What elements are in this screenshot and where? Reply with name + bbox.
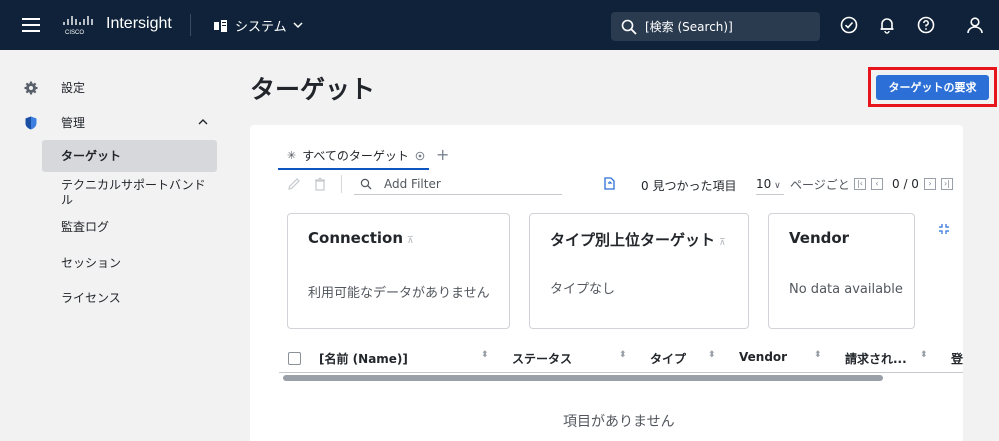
scrollbar-thumb[interactable] — [283, 375, 883, 381]
widget-top-targets-by-type: タイプ別上位ターゲット ⊼ タイプなし — [529, 213, 749, 329]
widget-title: タイプ別上位ターゲット ⊼ — [550, 231, 726, 249]
collapse-icon[interactable] — [937, 222, 951, 236]
widget-title: Connection ⊼ — [308, 229, 414, 247]
per-page-value: 10 — [756, 177, 772, 191]
sort-icon[interactable]: ⬍ — [619, 350, 627, 360]
column-header-registered[interactable]: 登 — [951, 350, 963, 367]
sidebar-item-label: 設定 — [61, 81, 86, 95]
items-found-text: 0 見つかった項目 — [641, 179, 737, 193]
add-tab-icon[interactable]: + — [436, 145, 449, 164]
table-header: [名前 (Name)] ⬍ ステータス ⬍ タイプ ⬍ Vendor ⬍ 請求さ… — [279, 345, 963, 370]
empty-state-text: 項目がありません — [563, 414, 675, 430]
next-page-icon[interactable]: › — [924, 178, 936, 190]
sidebar-item-tech-support-bundle[interactable]: テクニカルサポートバンドル — [42, 178, 217, 208]
help-icon[interactable] — [917, 16, 935, 34]
divider — [341, 175, 342, 193]
per-page-label: ページごと — [790, 178, 850, 192]
horizontal-scrollbar[interactable] — [279, 372, 963, 382]
bell-icon[interactable] — [878, 16, 896, 34]
request-target-button[interactable]: ターゲットの要求 — [876, 75, 989, 100]
search-icon — [360, 178, 372, 190]
sidebar-item-label: 管理 — [61, 116, 86, 130]
app-brand[interactable]: Intersight — [106, 15, 172, 33]
divider — [190, 14, 191, 36]
tab-settings-icon[interactable] — [415, 151, 425, 161]
search-icon — [621, 19, 637, 35]
select-all-checkbox[interactable] — [288, 352, 301, 365]
hamburger-menu-icon[interactable] — [22, 18, 40, 32]
system-label: システム — [235, 20, 287, 35]
sidebar-item-sessions[interactable]: セッション — [42, 256, 217, 271]
prev-page-icon[interactable]: ‹ — [871, 178, 883, 190]
widget-body: No data available — [789, 282, 903, 297]
sort-icon[interactable]: ⬍ — [481, 350, 489, 360]
filter-placeholder: Add Filter — [384, 177, 441, 191]
page-title: ターゲット — [250, 75, 376, 104]
export-icon[interactable] — [602, 176, 616, 190]
svg-text:CISCO: CISCO — [65, 30, 84, 35]
first-page-icon[interactable]: |‹ — [854, 178, 866, 190]
page-indicator: 0 / 0 — [892, 177, 919, 191]
sidebar-item-settings[interactable]: 設定 — [0, 80, 230, 95]
search-input[interactable]: [検索 (Search)] — [611, 12, 820, 41]
cisco-logo: CISCO — [63, 16, 93, 35]
sort-icon: ⊼ — [407, 236, 414, 246]
sort-icon: ⊼ — [719, 238, 726, 248]
sidebar-item-audit-log[interactable]: 監査ログ — [42, 220, 217, 235]
asterisk-icon: ✳ — [287, 149, 297, 162]
widget-vendor: Vendor No data available — [768, 213, 915, 329]
filter-input[interactable]: Add Filter — [354, 174, 562, 195]
sidebar-item-licenses[interactable]: ライセンス — [42, 291, 217, 306]
widget-body: 利用可能なデータがありません — [308, 286, 490, 301]
last-page-icon[interactable]: ›| — [941, 178, 953, 190]
chevron-down-icon: ∨ — [771, 181, 781, 191]
shield-icon — [25, 116, 37, 129]
system-selector[interactable]: システム — [213, 16, 303, 35]
sort-icon[interactable]: ⬍ — [814, 350, 822, 360]
sidebar-item-admin[interactable]: 管理 — [0, 115, 230, 130]
column-header-status[interactable]: ステータス — [512, 350, 572, 367]
widget-body: タイプなし — [550, 282, 616, 297]
edit-icon[interactable] — [287, 177, 301, 191]
search-placeholder: [検索 (Search)] — [645, 20, 733, 34]
system-icon — [214, 19, 227, 32]
check-circle-icon[interactable] — [840, 16, 858, 34]
tab-underline — [278, 168, 429, 170]
highlight-box: ターゲットの要求 — [868, 67, 997, 107]
chevron-down-icon — [293, 22, 303, 29]
chevron-up-icon[interactable] — [198, 118, 208, 125]
delete-icon[interactable] — [313, 177, 327, 191]
widget-title: Vendor — [789, 229, 850, 247]
sort-icon[interactable]: ⬍ — [920, 350, 928, 360]
sidebar-item-targets[interactable]: ターゲット — [42, 140, 217, 172]
widget-connection: Connection ⊼ 利用可能なデータがありません — [287, 213, 510, 329]
column-header-name[interactable]: [名前 (Name)] — [319, 350, 408, 367]
column-header-vendor[interactable]: Vendor — [739, 350, 787, 364]
sort-icon[interactable]: ⬍ — [708, 350, 716, 360]
per-page-select[interactable]: 10 ∨ — [756, 177, 784, 195]
column-header-claimed[interactable]: 請求され... — [845, 350, 907, 367]
user-icon[interactable] — [966, 16, 984, 34]
tab-label: すべてのターゲット — [302, 149, 409, 163]
tab-all-targets[interactable]: ✳ すべてのターゲット — [287, 147, 425, 164]
gear-icon — [24, 81, 38, 94]
sidebar: 設定 管理 ターゲット テクニカルサポートバンドル 監査ログ セッション ライセ… — [0, 50, 230, 441]
top-bar: CISCO Intersight システム [検索 (Search)] — [0, 0, 999, 50]
column-header-type[interactable]: タイプ — [650, 350, 686, 367]
